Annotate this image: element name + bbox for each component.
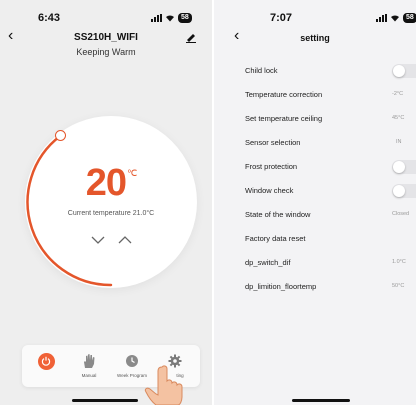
dial-handle[interactable]	[55, 130, 66, 141]
temperature-dial[interactable]: 20℃ Current temperature 21.0°C	[25, 116, 197, 288]
setting-value: Closed	[392, 211, 410, 217]
setting-value: -2°C	[392, 91, 404, 97]
hand-icon	[84, 354, 95, 368]
battery-icon: 58	[178, 13, 192, 23]
device-status: Keeping Warm	[76, 47, 136, 57]
setpoint-unit: ℃	[127, 168, 137, 178]
current-temperature: Current temperature 21.0°C	[67, 210, 155, 217]
setting-factory-reset[interactable]: Factory data reset	[214, 227, 416, 251]
tab-label: Manual	[81, 373, 97, 378]
status-bar: 6:43 58	[0, 12, 212, 28]
home-indicator	[72, 399, 138, 402]
status-time: 7:07	[270, 12, 293, 24]
page-title: setting	[300, 33, 330, 43]
wifi-icon	[391, 15, 399, 22]
thermostat-screen: 6:43 58 ‹ SS210H_WIFI Keeping Warm 20℃ C…	[0, 0, 212, 405]
edit-icon[interactable]	[185, 33, 197, 43]
setting-value: 45°C	[392, 115, 405, 121]
setting-floor-temp-limit[interactable]: dp_limition_floortemp 50°C	[214, 275, 416, 299]
setting-label: Child lock	[245, 66, 278, 75]
power-icon	[37, 352, 55, 370]
device-title: SS210H_WIFI	[74, 32, 138, 43]
setting-label: State of the window	[245, 210, 311, 219]
setting-frost-protection[interactable]: Frost protection	[214, 155, 416, 179]
setting-label: dp_limition_floortemp	[245, 282, 317, 291]
chevron-up-icon	[118, 236, 132, 244]
status-icons: 58	[376, 13, 416, 23]
setting-label: Frost protection	[245, 162, 298, 171]
setting-label: Window check	[245, 186, 294, 195]
setpoint-display: 20℃	[25, 162, 197, 205]
home-indicator	[292, 399, 350, 402]
signal-icon	[376, 14, 387, 22]
tab-manual[interactable]: Manual	[68, 352, 110, 378]
chevron-down-icon	[91, 236, 105, 244]
tab-power[interactable]	[25, 352, 67, 373]
setting-value: 50°C	[392, 283, 405, 289]
setting-child-lock[interactable]: Child lock	[214, 59, 416, 83]
wifi-icon	[166, 15, 174, 22]
settings-screen: 7:07 58 ‹ setting Child lock Temperature…	[214, 0, 416, 405]
setting-label: dp_switch_dif	[245, 258, 291, 267]
status-icons: 58	[151, 13, 192, 23]
status-time: 6:43	[38, 12, 61, 24]
setpoint-value: 20	[85, 162, 127, 204]
decrease-button[interactable]	[89, 234, 107, 246]
signal-icon	[151, 14, 162, 22]
child-lock-toggle[interactable]	[392, 64, 416, 78]
frost-protection-toggle[interactable]	[392, 160, 416, 174]
setting-label: Set temperature ceiling	[245, 114, 323, 123]
clock-icon	[126, 355, 138, 367]
setting-label: Factory data reset	[245, 234, 306, 243]
battery-icon: 58	[403, 13, 416, 23]
setting-value: IN	[396, 139, 402, 145]
pointing-hand-icon	[144, 365, 183, 405]
setting-label: Temperature correction	[245, 90, 323, 99]
increase-button[interactable]	[116, 234, 134, 246]
setting-temperature-ceiling[interactable]: Set temperature ceiling 45°C	[214, 107, 416, 131]
status-bar: 7:07 58	[214, 12, 416, 28]
setting-window-state[interactable]: State of the window Closed	[214, 203, 416, 227]
setting-window-check[interactable]: Window check	[214, 179, 416, 203]
setting-switch-dif[interactable]: dp_switch_dif 1.0°C	[214, 251, 416, 275]
setting-value: 1.0°C	[392, 259, 406, 265]
setting-temperature-correction[interactable]: Temperature correction -2°C	[214, 83, 416, 107]
setting-label: Sensor selection	[245, 138, 301, 147]
window-check-toggle[interactable]	[392, 184, 416, 198]
setting-sensor-selection[interactable]: Sensor selection IN	[214, 131, 416, 155]
